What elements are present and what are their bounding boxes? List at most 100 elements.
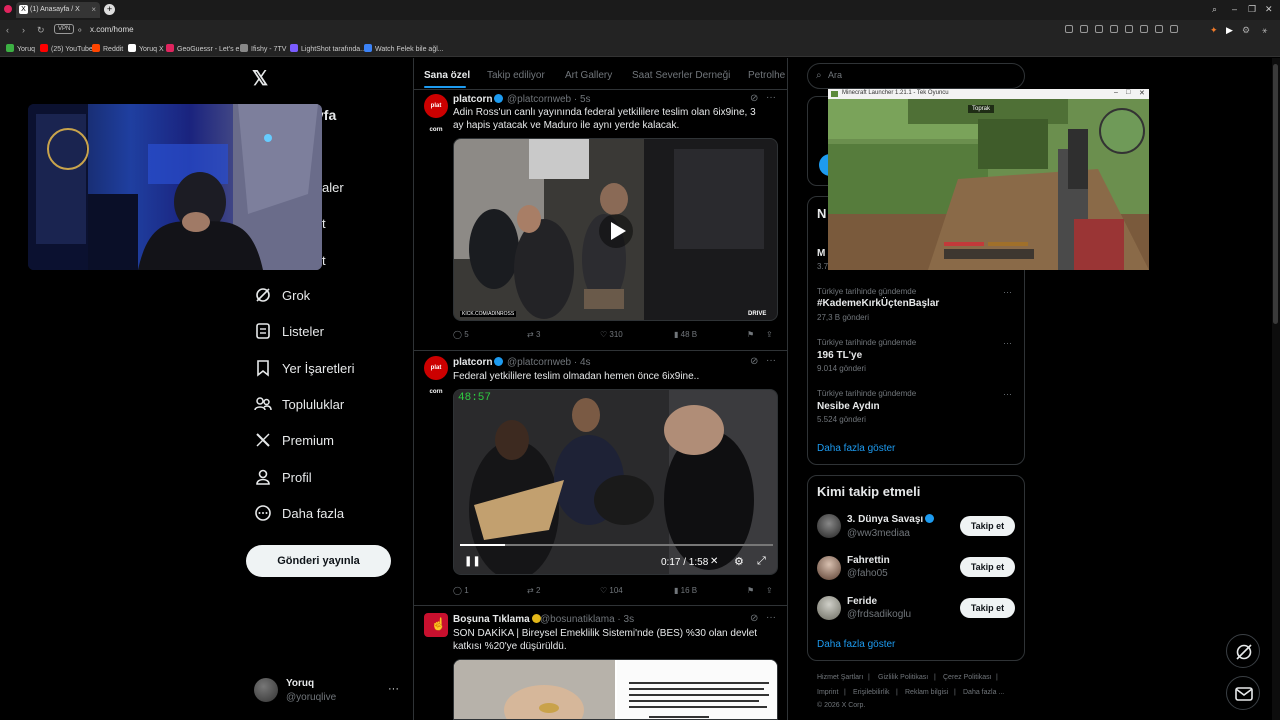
browser-tab[interactable]: X (1) Anasayfa / X × <box>16 2 100 18</box>
post-author[interactable]: platcorn <box>453 94 504 105</box>
grok-fab-button[interactable] <box>1226 634 1260 668</box>
fullscreen-icon[interactable]: ⤢ <box>757 555 766 568</box>
reload-icon[interactable]: ↻ <box>37 25 45 36</box>
trend-more-icon[interactable]: ··· <box>1003 338 1012 348</box>
back-icon[interactable]: ‹ <box>6 25 9 35</box>
forward-icon[interactable]: › <box>22 25 25 35</box>
footer-link[interactable]: Gizlilik Politikası <box>878 674 928 681</box>
tab-close-icon[interactable]: × <box>91 5 96 14</box>
trend-more-icon[interactable]: ··· <box>1003 287 1012 297</box>
tab-for-you[interactable]: Sana özel <box>424 70 470 81</box>
post-handle[interactable]: @bosunatiklama · 3s <box>540 614 634 625</box>
reply-button[interactable]: ◯ 1 <box>453 586 469 595</box>
grok-explain-icon[interactable]: ⊘ <box>750 356 758 367</box>
avatar[interactable] <box>817 556 841 580</box>
bookmark-post-icon[interactable]: ⚑ <box>747 330 754 339</box>
repost-button[interactable]: ⇄ 3 <box>527 330 540 339</box>
post-author[interactable]: Boşuna Tıklama <box>453 614 541 625</box>
bookmark-post-icon[interactable]: ⚑ <box>747 586 754 595</box>
close-window-icon[interactable]: ✕ <box>1265 4 1273 15</box>
nav-notifications-label[interactable]: aler <box>322 180 344 195</box>
tab-art-gallery[interactable]: Art Gallery <box>565 70 612 81</box>
share-icon[interactable]: ⇪ <box>766 586 773 595</box>
follow-button[interactable]: Takip et <box>960 598 1015 618</box>
site-info-icon[interactable]: ⚬ <box>76 25 84 36</box>
search-tabs-icon[interactable]: ⌕ <box>1212 4 1217 15</box>
vpn-badge[interactable]: VPN <box>54 24 75 34</box>
scrollbar-thumb[interactable] <box>1273 64 1278 324</box>
play-icon[interactable]: ▶ <box>1226 25 1233 36</box>
minimize-icon[interactable]: – <box>1114 89 1118 96</box>
views-button[interactable]: ▮ 48 B <box>674 330 697 339</box>
like-button[interactable]: ♡ 104 <box>600 586 623 595</box>
trend-title[interactable]: 196 TL'ye <box>817 350 862 361</box>
settings-gear-icon[interactable]: ⚙ <box>734 555 744 568</box>
pause-icon[interactable]: ❚❚ <box>464 556 481 567</box>
avatar[interactable] <box>254 678 278 702</box>
bookmark-item[interactable]: Ifishy - 7TV <box>240 44 286 53</box>
share-icon[interactable]: ⇪ <box>766 330 773 339</box>
repost-button[interactable]: ⇄ 2 <box>527 586 540 595</box>
extension-icon[interactable] <box>1095 25 1103 33</box>
bookmark-item[interactable]: Yoruq <box>6 44 35 53</box>
extension-icon[interactable] <box>1080 25 1088 33</box>
who-to-follow-show-more-link[interactable]: Daha fazla göster <box>817 639 895 650</box>
address-bar[interactable]: x.com/home <box>90 25 134 34</box>
trend-title[interactable]: M <box>817 248 825 259</box>
extension-icon[interactable] <box>1065 25 1073 33</box>
close-window-icon[interactable]: ✕ <box>1139 89 1145 97</box>
trend-title[interactable]: #KademeKırkÜçtenBaşlar <box>817 298 939 309</box>
post-author[interactable]: platcorn <box>453 357 504 368</box>
trend-title[interactable]: Nesibe Aydın <box>817 401 880 412</box>
user-name[interactable]: Fahrettin <box>847 555 890 566</box>
post-video[interactable]: KICK.COM/ADINROSS DRIVE <box>453 138 778 321</box>
user-name[interactable]: 3. Dünya Savaşı <box>847 514 935 525</box>
extension-icon[interactable] <box>1125 25 1133 33</box>
account-more-icon[interactable]: ··· <box>388 683 399 695</box>
bookmark-item[interactable]: Reddit <box>92 44 123 53</box>
post-handle[interactable]: @platcornweb · 4s <box>507 357 591 368</box>
avatar[interactable] <box>817 514 841 538</box>
extension-icon[interactable] <box>1110 25 1118 33</box>
trend-more-icon[interactable]: ··· <box>1003 389 1012 399</box>
minimize-icon[interactable]: – <box>1232 4 1237 14</box>
footer-link[interactable]: Erişilebilirlik <box>853 689 890 696</box>
reply-button[interactable]: ◯ 5 <box>453 330 469 339</box>
post-image[interactable] <box>453 659 778 720</box>
post-video[interactable]: 48:57 ❚❚ 0:17 / 1:58 ✕ ⚙ ⤢ <box>453 389 778 575</box>
grok-explain-icon[interactable]: ⊘ <box>750 613 758 624</box>
footer-link[interactable]: Imprint <box>817 689 838 696</box>
mute-icon[interactable]: ✕ <box>710 556 718 567</box>
tab-petrolhead[interactable]: Petrolhe <box>748 70 785 81</box>
avatar[interactable]: ☝ <box>424 613 448 637</box>
more-options-icon[interactable]: ··· <box>766 92 776 103</box>
ai-icon[interactable]: ⚹ <box>1262 25 1267 36</box>
bookmark-item[interactable]: Yoruq X <box>128 44 164 53</box>
bookmark-item[interactable]: (25) YouTube <box>40 44 93 53</box>
avatar[interactable] <box>817 596 841 620</box>
video-progress-bar[interactable] <box>460 544 773 546</box>
grok-explain-icon[interactable]: ⊘ <box>750 93 758 104</box>
avatar[interactable]: plat corn <box>424 94 448 133</box>
bookmark-item[interactable]: LightShot tarafında... <box>290 44 366 53</box>
follow-button[interactable]: Takip et <box>960 516 1015 536</box>
avatar[interactable]: plat corn <box>424 356 448 395</box>
nav-messages-label[interactable]: t <box>322 216 326 231</box>
footer-link[interactable]: Reklam bilgisi <box>905 689 948 696</box>
footer-link[interactable]: Hizmet Şartları <box>817 674 863 681</box>
nav-explore-label[interactable]: t <box>322 253 326 268</box>
views-button[interactable]: ▮ 16 B <box>674 586 697 595</box>
trends-show-more-link[interactable]: Daha fazla göster <box>817 443 895 454</box>
maximize-icon[interactable]: ❐ <box>1248 4 1256 15</box>
more-options-icon[interactable]: ··· <box>766 612 776 623</box>
new-tab-button[interactable]: + <box>104 4 115 15</box>
x-logo-icon[interactable]: 𝕏 <box>252 66 268 91</box>
messages-fab-button[interactable] <box>1226 676 1260 710</box>
extension-icon[interactable] <box>1140 25 1148 33</box>
follow-button[interactable]: Takip et <box>960 557 1015 577</box>
tab-following[interactable]: Takip ediliyor <box>487 70 545 81</box>
bookmark-item[interactable]: GeoGuessr - Let's e... <box>166 44 245 53</box>
brave-shield-icon[interactable]: ✦ <box>1210 25 1218 36</box>
settings-gear-icon[interactable]: ⚙ <box>1242 25 1250 36</box>
account-name[interactable]: Yoruq <box>286 678 314 689</box>
